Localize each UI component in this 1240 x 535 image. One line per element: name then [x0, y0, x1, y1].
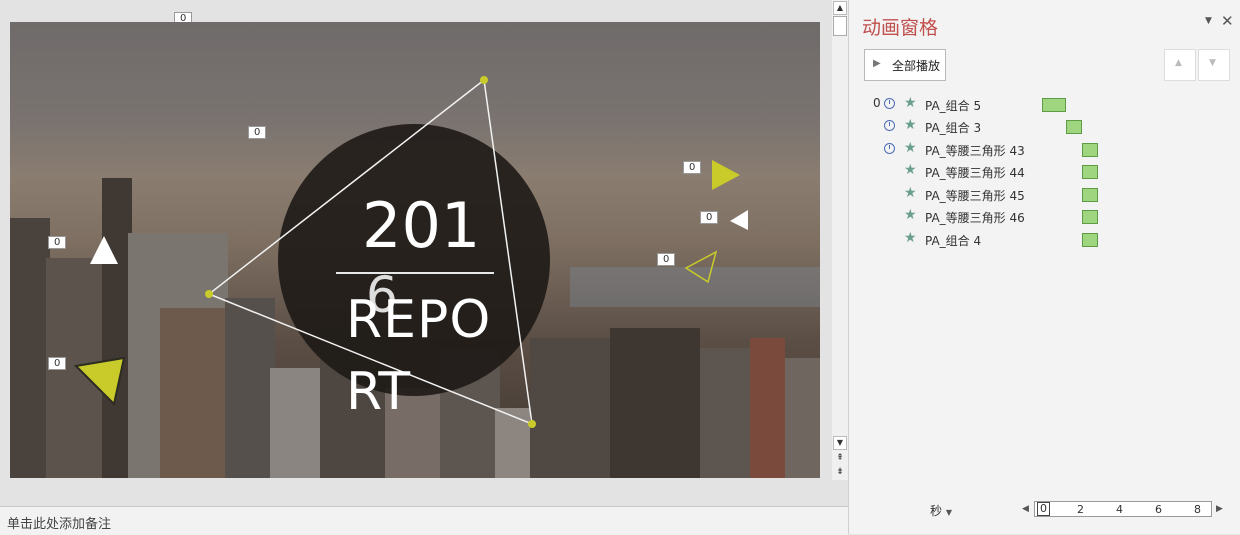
- vertical-scrollbar[interactable]: ▲ ▼ ⇞ ⇟: [832, 0, 848, 480]
- play-icon: ▶: [873, 58, 881, 69]
- after-previous-clock-icon: [884, 98, 895, 109]
- play-all-label: 全部播放: [892, 59, 941, 73]
- emphasis-star-icon: ★: [904, 95, 917, 111]
- item-name: PA_等腰三角形 44: [925, 166, 1025, 180]
- emphasis-star-icon: ★: [904, 207, 917, 223]
- chevron-down-icon: ▼: [945, 508, 952, 517]
- animation-list-item[interactable]: ★ PA_等腰三角形 43: [849, 140, 1240, 160]
- slide-editor-area: 0 201 6 REPO RT 0 0 0 0 0 0 ▲ ▼ ⇞ ⇟ 单击此处…: [0, 0, 848, 535]
- triangle-white-left[interactable]: [86, 232, 126, 272]
- item-name: PA_等腰三角形 43: [925, 144, 1025, 158]
- timeline-scroll-right-icon[interactable]: ▶: [1216, 504, 1223, 514]
- item-order: 0: [873, 96, 881, 110]
- scroll-down-arrow-icon[interactable]: ▼: [833, 436, 847, 450]
- play-all-button[interactable]: ▶ 全部播放: [864, 49, 946, 81]
- timeline-tick: 0: [1037, 502, 1050, 516]
- chevron-up-icon: ▲: [1175, 58, 1182, 68]
- close-icon[interactable]: ✕: [1221, 12, 1234, 30]
- emphasis-star-icon: ★: [904, 230, 917, 246]
- timeline-scroll-left-icon[interactable]: ◀: [1022, 504, 1029, 514]
- animation-order-tag[interactable]: 0: [48, 357, 67, 370]
- animation-order-tag[interactable]: 0: [657, 253, 676, 266]
- pane-title: 动画窗格: [862, 17, 939, 39]
- timeline-ruler[interactable]: 0 2 4 6 8: [1034, 501, 1212, 517]
- scroll-up-arrow-icon[interactable]: ▲: [833, 1, 847, 15]
- time-unit-dropdown[interactable]: 秒 ▼: [930, 502, 952, 519]
- animation-list-item[interactable]: ★ PA_组合 4: [849, 230, 1240, 250]
- item-name: PA_等腰三角形 46: [925, 211, 1025, 225]
- notes-placeholder[interactable]: 单击此处添加备注: [7, 513, 111, 532]
- triangle-yellow-left[interactable]: [72, 352, 128, 408]
- triangle-outline-right[interactable]: [682, 250, 722, 290]
- time-unit-label: 秒: [930, 504, 943, 518]
- notes-area[interactable]: 单击此处添加备注: [0, 506, 848, 535]
- report-title-line2[interactable]: RT: [346, 356, 410, 428]
- next-slide-icon[interactable]: ⇟: [833, 466, 847, 478]
- report-title-line1[interactable]: REPO: [346, 284, 491, 356]
- animation-list-item[interactable]: ★ PA_组合 3: [849, 117, 1240, 137]
- triangle-yellow-right[interactable]: [708, 156, 748, 196]
- slide-canvas[interactable]: 201 6 REPO RT: [10, 22, 820, 478]
- emphasis-star-icon: ★: [904, 140, 917, 156]
- pane-options-chevron-icon[interactable]: ▼: [1205, 16, 1212, 26]
- year-text[interactable]: 201: [362, 190, 480, 262]
- timeline-bar[interactable]: [1082, 143, 1098, 157]
- animation-list-item[interactable]: ★ PA_等腰三角形 44: [849, 162, 1240, 182]
- after-previous-clock-icon: [884, 120, 895, 131]
- animation-order-tag[interactable]: 0: [248, 126, 267, 139]
- after-previous-clock-icon: [884, 143, 895, 154]
- timeline-tick: 6: [1155, 503, 1162, 516]
- chevron-down-icon: ▼: [1209, 58, 1216, 68]
- animation-list-item[interactable]: ★ PA_等腰三角形 45: [849, 185, 1240, 205]
- timeline-bar[interactable]: [1066, 120, 1082, 134]
- timeline-bar[interactable]: [1082, 188, 1098, 202]
- animation-pane: 动画窗格 ▼ ✕ ▶ 全部播放 ▲ ▼ 0 ★ PA_组合 5 ★ PA_组合 …: [848, 0, 1240, 534]
- item-name: PA_组合 4: [925, 234, 982, 248]
- item-name: PA_组合 5: [925, 99, 982, 113]
- scroll-thumb[interactable]: [833, 16, 847, 36]
- timeline-tick: 2: [1077, 503, 1084, 516]
- divider-line: [336, 272, 494, 274]
- timeline-tick: 8: [1194, 503, 1201, 516]
- previous-slide-icon[interactable]: ⇞: [833, 452, 847, 464]
- animation-order-tag[interactable]: 0: [48, 236, 67, 249]
- emphasis-star-icon: ★: [904, 185, 917, 201]
- emphasis-star-icon: ★: [904, 162, 917, 178]
- move-down-button[interactable]: ▼: [1198, 49, 1230, 81]
- timeline-bar[interactable]: [1042, 98, 1066, 112]
- emphasis-star-icon: ★: [904, 117, 917, 133]
- timeline-bar[interactable]: [1082, 165, 1098, 179]
- triangle-white-right[interactable]: [726, 208, 756, 238]
- animation-list-item[interactable]: ★ PA_等腰三角形 46: [849, 207, 1240, 227]
- animation-order-tag[interactable]: 0: [683, 161, 702, 174]
- move-up-button[interactable]: ▲: [1164, 49, 1196, 81]
- timeline-bar[interactable]: [1082, 233, 1098, 247]
- timeline-bar[interactable]: [1082, 210, 1098, 224]
- animation-list-item[interactable]: 0 ★ PA_组合 5: [849, 95, 1240, 115]
- item-name: PA_组合 3: [925, 121, 982, 135]
- item-name: PA_等腰三角形 45: [925, 189, 1025, 203]
- animation-order-tag[interactable]: 0: [700, 211, 719, 224]
- timeline-tick: 4: [1116, 503, 1123, 516]
